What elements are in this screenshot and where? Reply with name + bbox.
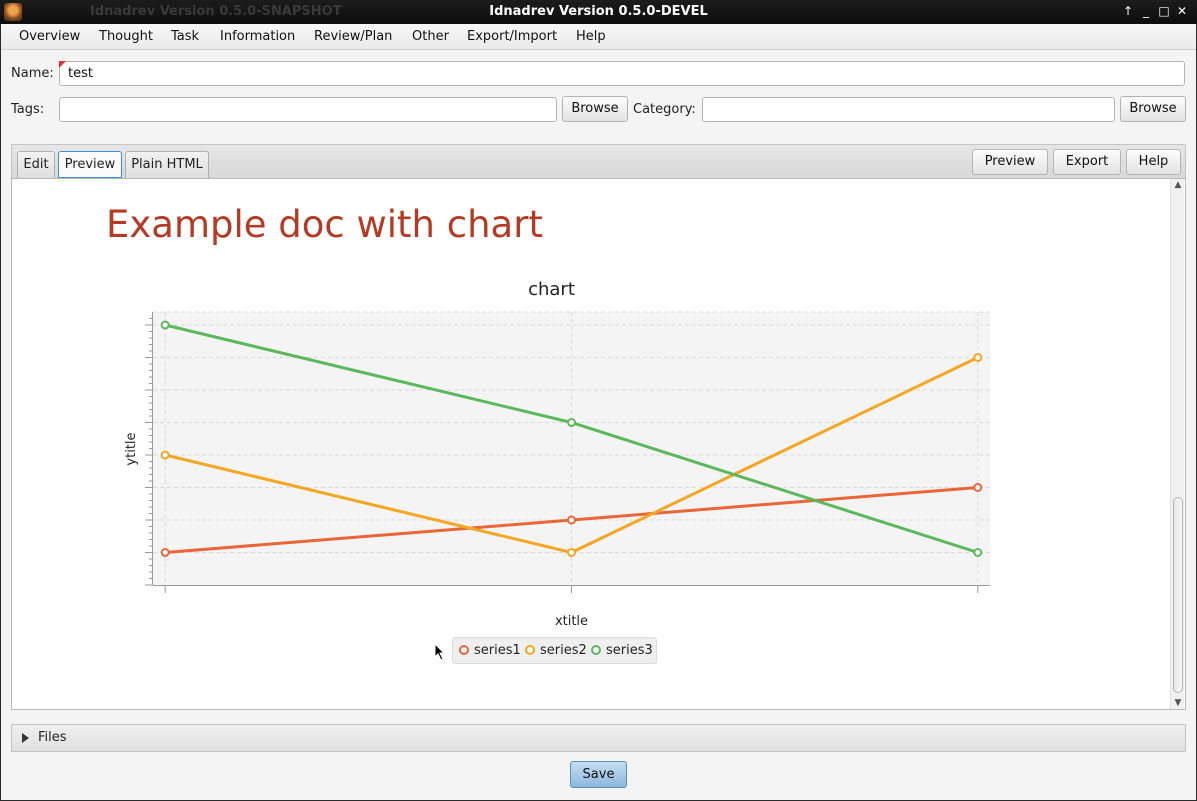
x-axis-label: xtitle xyxy=(555,614,588,629)
maximize-button[interactable]: □ xyxy=(1156,3,1172,20)
y-axis-label: ytitle xyxy=(124,432,139,465)
preview-pane: Example doc with chart chart xtitle ytitle… xyxy=(11,178,1186,710)
app-window: Overview Thought Task Information Review… xyxy=(1,24,1196,800)
help-button[interactable]: Help xyxy=(1126,149,1181,175)
legend-marker-icon xyxy=(591,645,601,655)
category-field[interactable] xyxy=(702,97,1115,122)
title-bar: Idnadrev Version 0.5.0-SNAPSHOT Idnadrev… xyxy=(0,0,1197,24)
name-field[interactable]: test xyxy=(59,61,1185,86)
save-button[interactable]: Save xyxy=(570,761,627,788)
data-point-series3 xyxy=(973,548,983,557)
preview-scrollbar[interactable]: ▲ ▼ xyxy=(1170,179,1184,709)
mouse-pointer-icon xyxy=(434,643,446,661)
legend-item-series1: series1 xyxy=(459,643,521,658)
tags-browse-button[interactable]: Browse xyxy=(562,96,628,122)
data-point-series3 xyxy=(160,320,170,330)
category-browse-button[interactable]: Browse xyxy=(1120,96,1186,122)
legend-label: series3 xyxy=(606,643,653,658)
menu-overview[interactable]: Overview xyxy=(19,29,80,44)
chart-legend: series1 series2 series3 xyxy=(452,637,657,664)
menu-other[interactable]: Other xyxy=(412,29,449,44)
menu-review-plan[interactable]: Review/Plan xyxy=(314,29,392,44)
close-button[interactable]: ✕ xyxy=(1174,3,1190,20)
legend-item-series3: series3 xyxy=(591,643,653,658)
data-point-series2 xyxy=(160,450,170,460)
expand-triangle-icon xyxy=(22,733,29,743)
data-point-series1 xyxy=(567,515,576,525)
scroll-up-icon[interactable]: ▲ xyxy=(1171,179,1185,191)
menu-thought[interactable]: Thought xyxy=(99,29,153,44)
legend-marker-icon xyxy=(459,645,469,655)
editor-tab-bar: Edit Preview Plain HTML Preview Export H… xyxy=(11,144,1186,178)
data-point-series2 xyxy=(567,548,576,557)
tags-label: Tags: xyxy=(11,102,45,117)
required-marker-icon xyxy=(59,61,66,68)
keep-above-icon[interactable]: ↑ xyxy=(1120,3,1136,20)
scroll-down-icon[interactable]: ▼ xyxy=(1171,697,1185,709)
menu-bar: Overview Thought Task Information Review… xyxy=(1,24,1196,50)
export-button[interactable]: Export xyxy=(1053,149,1121,175)
legend-item-series2: series2 xyxy=(525,643,587,658)
chart-title: chart xyxy=(528,279,575,300)
menu-help[interactable]: Help xyxy=(576,29,606,44)
tab-edit[interactable]: Edit xyxy=(17,151,55,178)
category-label: Category: xyxy=(633,102,696,117)
window-title: Idnadrev Version 0.5.0-DEVEL xyxy=(489,4,708,19)
files-pane-header[interactable]: Files xyxy=(11,724,1186,752)
scrollbar-thumb[interactable] xyxy=(1173,497,1183,693)
menu-export-import[interactable]: Export/Import xyxy=(467,29,557,44)
minimize-button[interactable]: _ xyxy=(1138,3,1154,20)
legend-marker-icon xyxy=(525,645,535,655)
data-point-series1 xyxy=(160,548,170,557)
menu-information[interactable]: Information xyxy=(220,29,295,44)
legend-label: series2 xyxy=(540,643,587,658)
tab-plain-html[interactable]: Plain HTML xyxy=(125,151,209,178)
files-label: Files xyxy=(38,730,67,745)
tab-preview[interactable]: Preview xyxy=(58,151,122,178)
name-label: Name: xyxy=(11,66,54,81)
line-chart: chart xtitle ytitle xyxy=(124,279,990,629)
legend-label: series1 xyxy=(474,643,521,658)
menu-task[interactable]: Task xyxy=(171,29,199,44)
data-point-series1 xyxy=(973,483,983,492)
data-point-series2 xyxy=(973,353,983,362)
preview-button[interactable]: Preview xyxy=(972,149,1048,175)
data-point-series3 xyxy=(567,418,576,427)
tags-field[interactable] xyxy=(59,97,557,122)
